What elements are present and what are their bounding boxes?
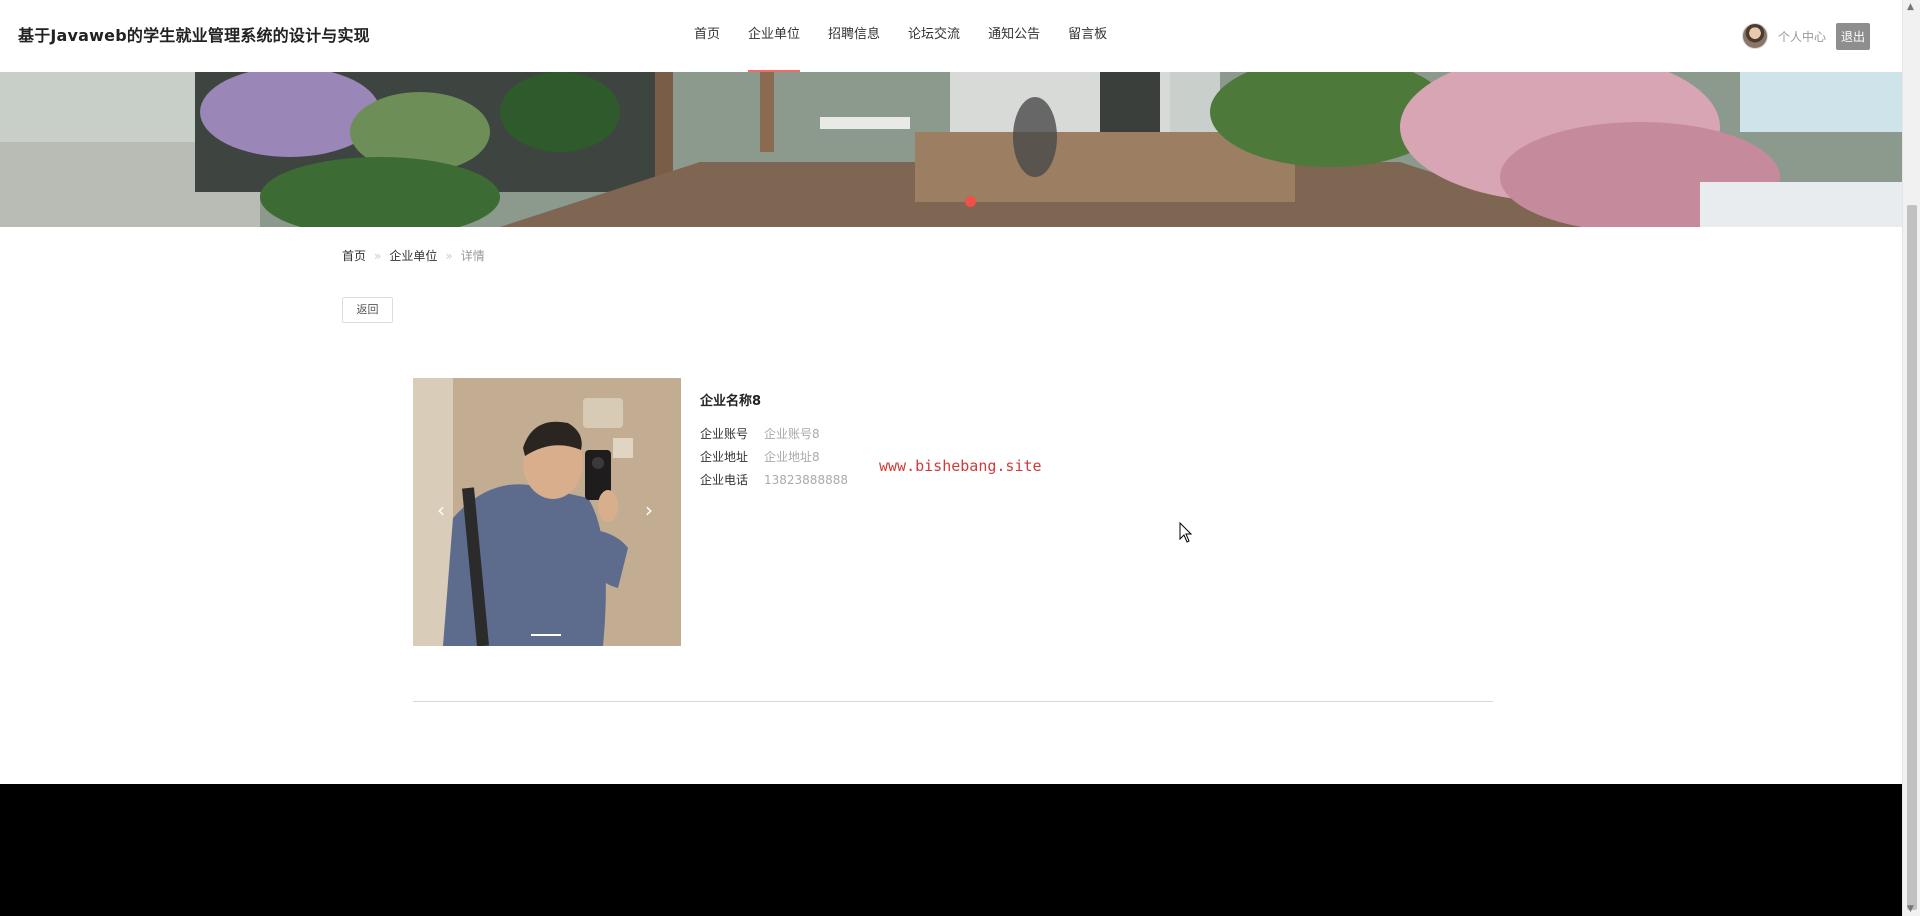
avatar[interactable]	[1741, 23, 1768, 49]
scroll-thumb[interactable]	[1907, 205, 1917, 910]
breadcrumb-section[interactable]: 企业单位	[389, 247, 437, 264]
mouse-cursor-icon	[1179, 522, 1193, 543]
breadcrumb-separator: »	[445, 248, 453, 263]
carousel-next-icon[interactable]: ›	[639, 498, 659, 522]
info-value: 企业账号8	[764, 427, 820, 441]
footer	[0, 784, 1902, 916]
nav-item-recruitment[interactable]: 招聘信息	[814, 0, 894, 72]
breadcrumb-home[interactable]: 首页	[342, 247, 366, 264]
nav-item-home[interactable]: 首页	[680, 0, 734, 72]
scroll-down-icon[interactable]: ▼	[1907, 904, 1914, 914]
watermark-text: www.bishebang.site	[879, 457, 1042, 475]
company-name: 企业名称8	[700, 394, 762, 409]
info-label: 企业地址	[700, 450, 749, 464]
scroll-up-icon[interactable]: ▲	[1907, 2, 1914, 12]
main-nav: 首页 企业单位 招聘信息 论坛交流 通知公告 留言板	[680, 0, 1121, 72]
info-value: 13823888888	[764, 473, 848, 487]
banner-carousel[interactable]	[0, 72, 1902, 227]
logout-button[interactable]: 退出	[1835, 22, 1870, 50]
breadcrumb-separator: »	[374, 248, 382, 263]
breadcrumb-current: 详情	[460, 249, 485, 263]
nav-item-notices[interactable]: 通知公告	[974, 0, 1054, 72]
info-row-address: 企业地址 企业地址8	[700, 446, 848, 469]
nav-item-message-board[interactable]: 留言板	[1054, 0, 1121, 72]
section-divider	[413, 701, 1493, 702]
page-scrollbar[interactable]: ▲ ▼	[1902, 0, 1920, 916]
company-info: 企业名称8 企业账号 企业账号8 企业地址 企业地址8 企业电话 1382388…	[700, 390, 848, 492]
banner-image	[0, 72, 1902, 227]
nav-item-company[interactable]: 企业单位	[734, 0, 814, 72]
carousel-prev-icon[interactable]: ‹	[431, 498, 451, 522]
info-row-account: 企业账号 企业账号8	[700, 423, 848, 446]
carousel-indicator-dot[interactable]	[965, 196, 976, 207]
carousel-indicator[interactable]	[531, 634, 561, 636]
nav-item-forum[interactable]: 论坛交流	[894, 0, 974, 72]
info-label: 企业账号	[700, 427, 749, 441]
site-title: 基于Javaweb的学生就业管理系统的设计与实现	[18, 26, 370, 45]
user-area: 个人中心 退出	[1741, 18, 1870, 54]
breadcrumb: 首页 » 企业单位 » 详情	[342, 247, 485, 264]
back-button[interactable]: 返回	[342, 297, 393, 323]
info-label: 企业电话	[700, 473, 749, 487]
info-row-phone: 企业电话 13823888888	[700, 469, 848, 492]
company-photo-carousel[interactable]: ‹ ›	[413, 378, 681, 646]
top-header: 基于Javaweb的学生就业管理系统的设计与实现 首页 企业单位 招聘信息 论坛…	[0, 0, 1902, 72]
user-center-link[interactable]: 个人中心	[1778, 28, 1826, 45]
info-value: 企业地址8	[764, 450, 820, 464]
